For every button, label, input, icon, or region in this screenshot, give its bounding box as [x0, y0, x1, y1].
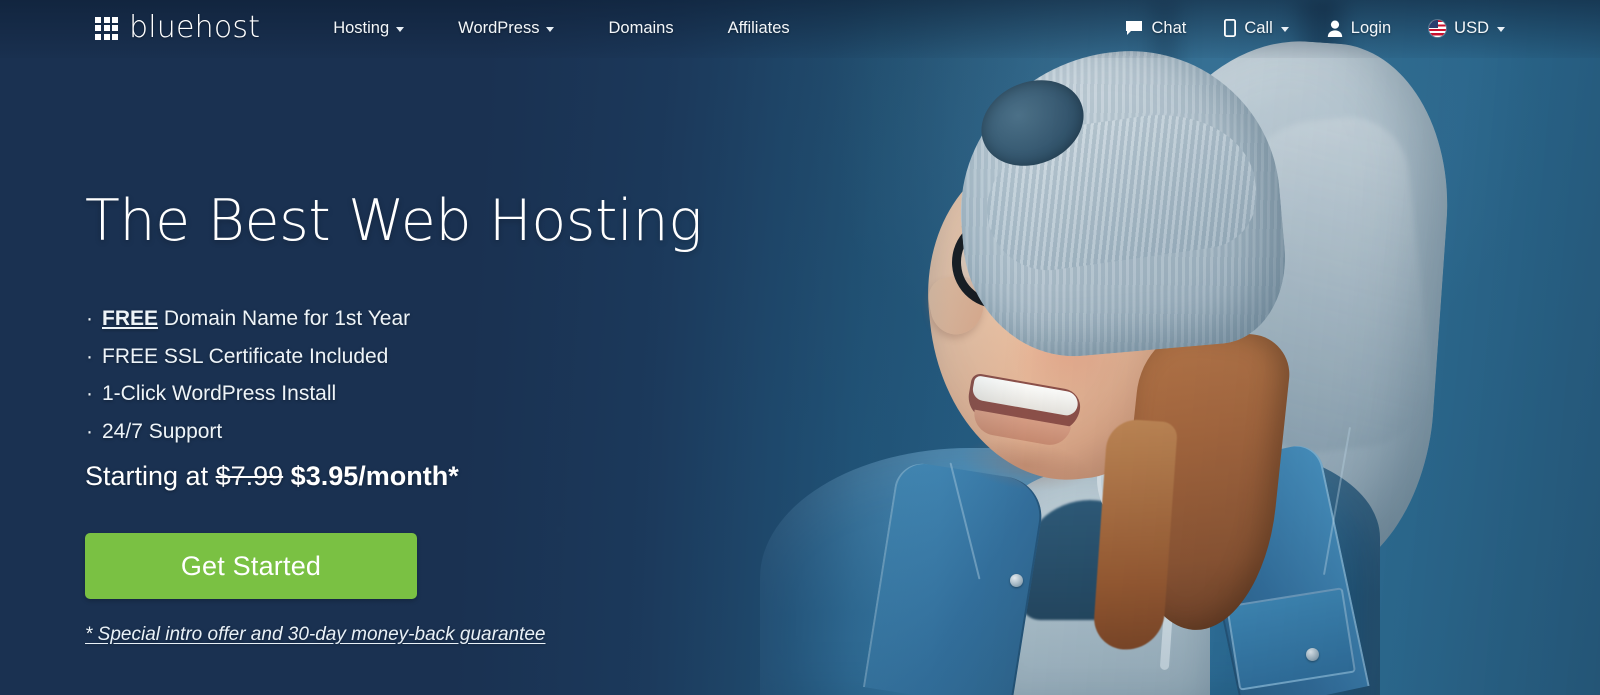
chevron-down-icon [1280, 27, 1289, 32]
primary-navigation: Hosting WordPress Domains Affiliates [306, 13, 816, 44]
grid-3x3-icon [95, 16, 118, 40]
nav-item-affiliates[interactable]: Affiliates [701, 13, 817, 44]
brand-name: bluehost [129, 10, 261, 45]
utility-navigation: Chat Call Login USD [1106, 13, 1524, 44]
hero-content: The Best Web Hosting · FREE Domain Name f… [85, 0, 785, 695]
list-item: · 1-Click WordPress Install [86, 375, 410, 413]
price-prefix: Starting at [85, 461, 216, 491]
nav-chat-button[interactable]: Chat [1106, 13, 1205, 44]
nav-item-label: Affiliates [727, 18, 790, 37]
bullet-text: 1-Click WordPress Install [102, 382, 337, 405]
bullet-marker: · [86, 419, 93, 443]
pricing-line: Starting at $7.99 $3.95/month* [85, 461, 459, 492]
nav-login-button[interactable]: Login [1308, 13, 1410, 44]
price-current: $3.95/month* [290, 461, 459, 491]
nav-item-hosting[interactable]: Hosting [306, 13, 431, 44]
nav-util-label: Login [1350, 18, 1392, 37]
hero-page: bluehost Hosting WordPress Domains Affil… [0, 0, 1600, 695]
chat-bubble-icon [1125, 20, 1143, 36]
chevron-down-icon [546, 27, 555, 32]
offer-disclaimer-link[interactable]: * Special intro offer and 30-day money-b… [85, 624, 546, 646]
price-original: $7.99 [215, 461, 284, 491]
get-started-button[interactable]: Get Started [85, 533, 417, 599]
nav-util-label: Chat [1151, 18, 1187, 37]
nav-call-button[interactable]: Call [1205, 13, 1307, 44]
hero-feature-list: · FREE Domain Name for 1st Year · FREE SSL… [86, 300, 410, 450]
nav-util-label: USD [1454, 18, 1489, 37]
nav-item-domains[interactable]: Domains [581, 13, 700, 44]
chevron-down-icon [396, 27, 405, 32]
bullet-marker: · [86, 307, 93, 330]
bluehost-logo-link[interactable]: bluehost [95, 13, 260, 43]
nav-currency-selector[interactable]: USD [1410, 13, 1524, 44]
price-spacer [283, 461, 291, 491]
chevron-down-icon [1497, 27, 1505, 32]
bullet-text: Domain Name for 1st Year [158, 307, 411, 330]
bullet-marker: · [86, 344, 93, 368]
bullet-emphasis: FREE [102, 307, 159, 330]
nav-util-label: Call [1244, 18, 1273, 37]
list-item: · FREE SSL Certificate Included [86, 338, 410, 376]
nav-item-label: Domains [608, 18, 674, 37]
user-person-icon [1327, 20, 1343, 37]
us-flag-icon [1429, 19, 1447, 37]
page-title: The Best Web Hosting [85, 188, 703, 254]
nav-item-label: WordPress [458, 18, 540, 37]
list-item: · 24/7 Support [86, 413, 410, 451]
bullet-marker: · [86, 382, 93, 405]
bullet-text: FREE SSL Certificate Included [102, 344, 389, 368]
nav-item-label: Hosting [333, 18, 390, 37]
list-item: · FREE Domain Name for 1st Year [86, 300, 410, 338]
site-header: bluehost Hosting WordPress Domains Affil… [0, 0, 1600, 56]
bullet-text: 24/7 Support [102, 419, 223, 443]
nav-item-wordpress[interactable]: WordPress [431, 13, 581, 44]
mobile-phone-icon [1224, 19, 1237, 37]
